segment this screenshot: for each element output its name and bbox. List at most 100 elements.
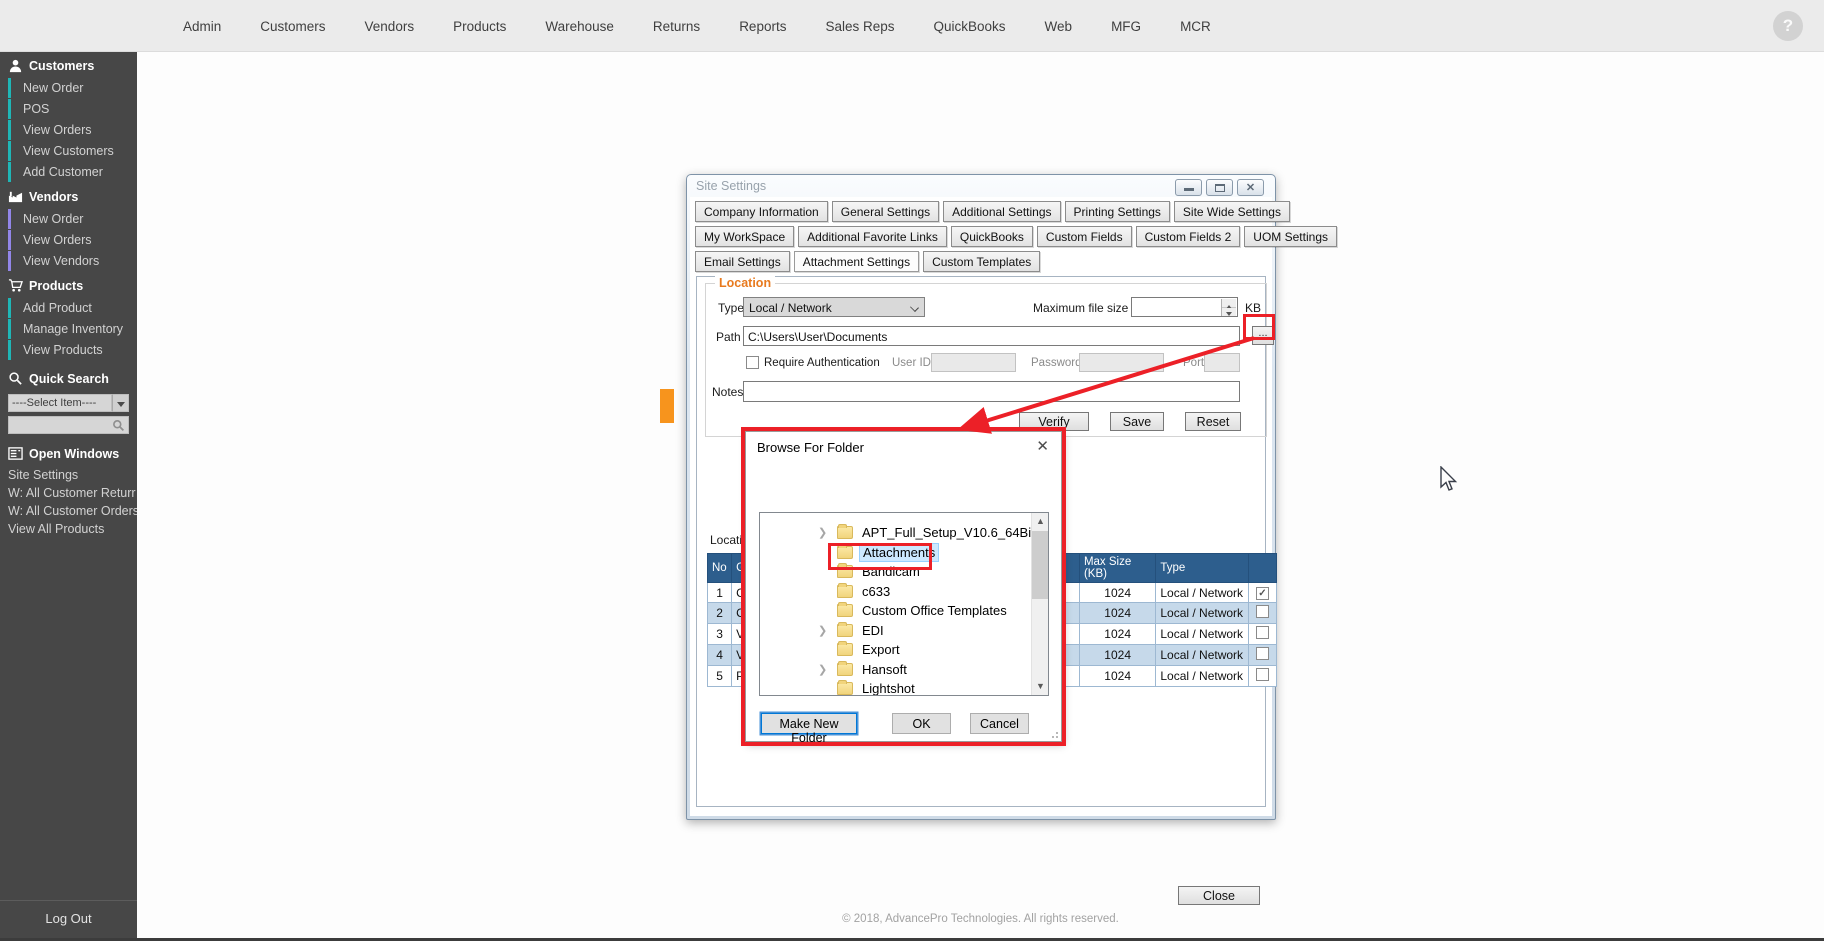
row-checkbox[interactable]	[1256, 605, 1269, 618]
tab-printing-settings[interactable]: Printing Settings	[1065, 201, 1170, 222]
sidebar-section-customers[interactable]: Customers	[0, 52, 137, 78]
password-input[interactable]	[1079, 353, 1164, 372]
tab-uom-settings[interactable]: UOM Settings	[1244, 226, 1337, 247]
logout-button[interactable]: Log Out	[0, 900, 137, 935]
row-checkbox[interactable]	[1256, 626, 1269, 639]
sidebar-section-vendors[interactable]: Vendors	[0, 183, 137, 209]
user-id-input[interactable]	[931, 353, 1016, 372]
folder-item[interactable]: ❯Lightshot	[760, 679, 1048, 696]
quick-search-input[interactable]	[8, 416, 129, 434]
sidebar-item-new-order-vendors[interactable]: New Order	[8, 209, 137, 229]
row-checkbox[interactable]	[1256, 647, 1269, 660]
scrollbar-thumb[interactable]	[1032, 531, 1049, 599]
path-input[interactable]: C:\Users\User\Documents	[743, 326, 1240, 346]
tab-custom-fields[interactable]: Custom Fields	[1037, 226, 1132, 247]
nav-item-returns[interactable]: Returns	[653, 19, 700, 34]
help-icon[interactable]: ?	[1773, 11, 1803, 41]
minimize-button[interactable]	[1175, 179, 1202, 196]
sidebar-item-add-product[interactable]: Add Product	[8, 298, 137, 318]
column-header-type[interactable]: Type	[1156, 554, 1248, 583]
spin-down-icon[interactable]	[1222, 308, 1236, 317]
spinner-buttons[interactable]	[1221, 299, 1236, 317]
require-auth-checkbox[interactable]	[746, 356, 759, 369]
spin-up-icon[interactable]	[1222, 299, 1236, 308]
nav-item-sales-reps[interactable]: Sales Reps	[825, 19, 894, 34]
sidebar-item-view-orders-vendors[interactable]: View Orders	[8, 230, 137, 250]
sidebar-item-new-order-customers[interactable]: New Order	[8, 78, 137, 98]
folder-item[interactable]: ❯Export	[760, 640, 1048, 660]
expander-icon[interactable]: ❯	[818, 526, 828, 539]
tab-custom-templates[interactable]: Custom Templates	[923, 251, 1040, 272]
tab-company-information[interactable]: Company Information	[695, 201, 828, 222]
sidebar-item-view-vendors[interactable]: View Vendors	[8, 251, 137, 271]
close-window-button[interactable]: ✕	[1237, 179, 1264, 196]
tab-my-workspace[interactable]: My WorkSpace	[695, 226, 794, 247]
row-checkbox[interactable]: ✓	[1256, 587, 1269, 600]
sidebar-section-products[interactable]: Products	[0, 272, 137, 298]
sidebar-item-manage-inventory[interactable]: Manage Inventory	[8, 319, 137, 339]
nav-item-admin[interactable]: Admin	[183, 19, 221, 34]
type-dropdown[interactable]: Local / Network	[743, 297, 925, 317]
tab-site-wide-settings[interactable]: Site Wide Settings	[1174, 201, 1290, 222]
dialog-titlebar[interactable]: Site Settings ✕	[687, 175, 1275, 197]
tab-attachment-settings[interactable]: Attachment Settings	[794, 251, 919, 272]
ok-button[interactable]: OK	[892, 713, 951, 734]
maximize-button[interactable]	[1206, 179, 1233, 196]
folder-item[interactable]: ❯c633	[760, 582, 1048, 602]
expander-icon[interactable]: ❯	[818, 624, 828, 637]
tab-quickbooks[interactable]: QuickBooks	[951, 226, 1033, 247]
expander-icon[interactable]: ❯	[818, 663, 828, 676]
folder-item[interactable]: ❯Hansoft	[760, 660, 1048, 680]
open-window-site-settings[interactable]: Site Settings	[0, 466, 137, 484]
nav-item-products[interactable]: Products	[453, 19, 506, 34]
nav-item-customers[interactable]: Customers	[260, 19, 325, 34]
folder-tree[interactable]: ❯APT_Full_Setup_V10.6_64Bit ❯Attachments…	[759, 512, 1049, 696]
folder-item[interactable]: ❯APT_Full_Setup_V10.6_64Bit	[760, 523, 1048, 543]
tab-custom-fields-2[interactable]: Custom Fields 2	[1136, 226, 1241, 247]
verify-button[interactable]: Verify	[1019, 412, 1089, 431]
notes-input[interactable]	[743, 381, 1240, 402]
tab-additional-favorite-links[interactable]: Additional Favorite Links	[798, 226, 947, 247]
column-header-max-size[interactable]: Max Size (KB)	[1079, 554, 1155, 583]
max-file-size-input[interactable]	[1131, 297, 1238, 317]
nav-item-reports[interactable]: Reports	[739, 19, 786, 34]
scrollbar[interactable]: ▲ ▼	[1031, 513, 1048, 695]
folder-item[interactable]: ❯Bandicam	[760, 562, 1048, 582]
tab-email-settings[interactable]: Email Settings	[695, 251, 790, 272]
port-input[interactable]	[1204, 353, 1240, 372]
cancel-button[interactable]: Cancel	[970, 713, 1029, 734]
quick-search-select-arrow[interactable]	[112, 394, 129, 412]
tab-additional-settings[interactable]: Additional Settings	[943, 201, 1060, 222]
folder-item[interactable]: ❯EDI	[760, 621, 1048, 641]
column-header-check[interactable]	[1248, 554, 1276, 583]
nav-item-quickbooks[interactable]: QuickBooks	[934, 19, 1006, 34]
close-dialog-button[interactable]: Close	[1178, 886, 1260, 905]
column-header-no[interactable]: No	[708, 554, 732, 583]
sidebar-item-view-customers[interactable]: View Customers	[8, 141, 137, 161]
make-new-folder-button[interactable]: Make New Folder	[761, 713, 857, 734]
browse-path-button[interactable]: ...	[1252, 326, 1274, 345]
close-icon[interactable]: ✕	[1036, 437, 1049, 455]
nav-item-warehouse[interactable]: Warehouse	[545, 19, 614, 34]
sidebar-item-view-products[interactable]: View Products	[8, 340, 137, 360]
nav-item-web[interactable]: Web	[1045, 19, 1073, 34]
nav-item-mcr[interactable]: MCR	[1180, 19, 1211, 34]
nav-item-vendors[interactable]: Vendors	[365, 19, 415, 34]
scroll-up-icon[interactable]: ▲	[1032, 513, 1049, 530]
sidebar-item-add-customer[interactable]: Add Customer	[8, 162, 137, 182]
reset-button[interactable]: Reset	[1185, 412, 1241, 431]
nav-item-mfg[interactable]: MFG	[1111, 19, 1141, 34]
resize-grip[interactable]	[1049, 729, 1058, 738]
sidebar-item-pos[interactable]: POS	[8, 99, 137, 119]
folder-item[interactable]: ❯Custom Office Templates	[760, 601, 1048, 621]
open-window-customer-returns[interactable]: W: All Customer Returr	[0, 484, 137, 502]
row-checkbox[interactable]	[1256, 668, 1269, 681]
tab-general-settings[interactable]: General Settings	[832, 201, 939, 222]
open-window-view-all-products[interactable]: View All Products	[0, 520, 137, 538]
open-window-customer-orders[interactable]: W: All Customer Orders	[0, 502, 137, 520]
save-button[interactable]: Save	[1110, 412, 1164, 431]
sidebar-item-view-orders-customers[interactable]: View Orders	[8, 120, 137, 140]
folder-item[interactable]: ❯Attachments	[760, 543, 1048, 563]
scroll-down-icon[interactable]: ▼	[1032, 678, 1049, 695]
quick-search-select[interactable]: ----Select Item----	[8, 394, 112, 412]
